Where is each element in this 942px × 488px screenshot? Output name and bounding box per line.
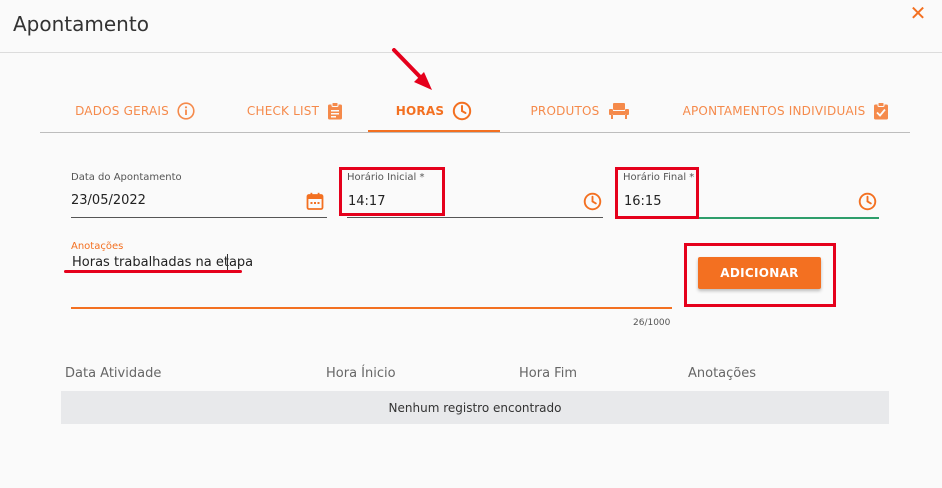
active-tab-indicator	[368, 130, 500, 132]
tab-label: HORAS	[395, 104, 445, 118]
tab-check-list[interactable]: CHECK LIST	[240, 92, 350, 130]
column-header[interactable]: Data Atividade	[65, 366, 161, 381]
header-divider	[0, 52, 942, 53]
tab-horas[interactable]: HORAS	[368, 92, 500, 130]
empty-message: Nenhum registro encontrado	[388, 400, 562, 415]
tab-produtos[interactable]: PRODUTOS	[520, 92, 640, 130]
tab-label: PRODUTOS	[530, 104, 600, 118]
annotation-arrow-icon	[392, 48, 432, 90]
date-label: Data do Apontamento	[71, 172, 182, 183]
clock-icon[interactable]	[858, 192, 877, 211]
tab-dados-gerais[interactable]: DADOS GERAIS	[70, 92, 200, 130]
annotation-underline	[64, 270, 242, 273]
clock-icon[interactable]	[583, 192, 602, 211]
column-header[interactable]: Hora Fim	[519, 366, 577, 381]
dialog-title: Apontamento	[13, 12, 149, 36]
column-header[interactable]: Anotações	[688, 366, 756, 381]
tab-apontamentos-individuais[interactable]: APONTAMENTOS INDIVIDUAIS	[680, 92, 892, 130]
date-field[interactable]: 23/05/2022	[71, 193, 146, 208]
notes-counter: 26/1000	[633, 318, 671, 328]
clipboard-icon	[328, 102, 343, 120]
date-underline	[71, 217, 327, 218]
highlight-box	[615, 167, 699, 219]
tab-bar: DADOS GERAIS CHECK LIST HORAS PRODUTOS A…	[40, 92, 910, 133]
chair-icon	[608, 103, 629, 119]
info-icon	[177, 102, 195, 120]
notes-underline	[71, 307, 672, 309]
clipboard-check-icon	[874, 102, 889, 120]
calendar-icon[interactable]	[306, 192, 324, 210]
column-header[interactable]: Hora Ínicio	[326, 366, 396, 381]
empty-table-row: Nenhum registro encontrado	[61, 391, 889, 424]
tab-label: DADOS GERAIS	[75, 104, 169, 118]
start-time-underline	[347, 217, 603, 218]
highlight-box	[684, 243, 836, 307]
notes-field[interactable]: Horas trabalhadas na etapa	[72, 255, 253, 270]
notes-label: Anotações	[71, 241, 124, 252]
highlight-box	[339, 167, 445, 216]
clock-icon	[453, 101, 472, 121]
tab-label: APONTAMENTOS INDIVIDUAIS	[682, 104, 866, 118]
text-cursor	[227, 254, 228, 270]
close-icon[interactable]: ✕	[908, 3, 928, 23]
tab-label: CHECK LIST	[246, 104, 320, 118]
